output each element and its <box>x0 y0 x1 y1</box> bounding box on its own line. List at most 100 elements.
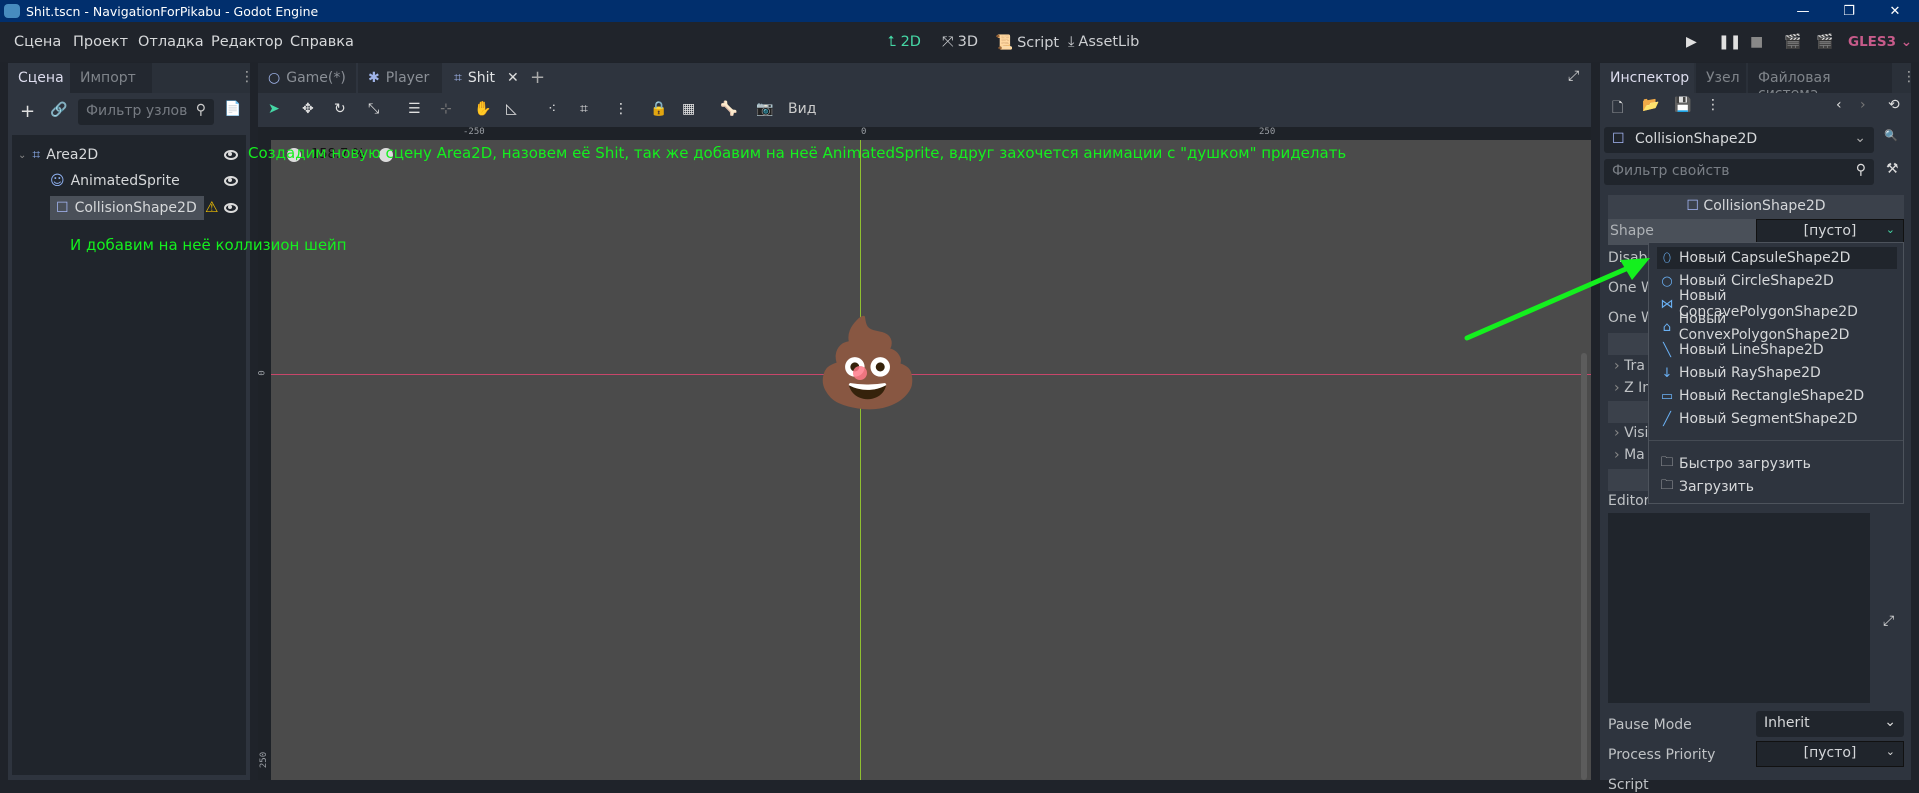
visibility-eye-icon[interactable] <box>224 203 238 213</box>
bone-icon[interactable]: 🦴 <box>720 101 737 117</box>
search-icon: ⚲ <box>1855 162 1866 178</box>
menu-item-quick-load[interactable]: 🗀 Быстро загрузить <box>1657 453 1897 475</box>
tools-icon[interactable]: ⚒ <box>1886 161 1899 177</box>
scene-tab-player[interactable]: ✱ Player <box>358 63 442 93</box>
link-icon[interactable]: 🔗 <box>50 102 67 118</box>
smart-snap-icon[interactable]: ⁖ <box>548 101 556 117</box>
chevron-down-icon: ⌄ <box>1884 714 1896 730</box>
warning-icon[interactable]: ⚠ <box>205 198 218 216</box>
close-window-button[interactable]: ✕ <box>1872 0 1918 22</box>
pause-icon[interactable]: ❚❚ <box>1718 34 1741 50</box>
doc-icon[interactable]: 🔍 <box>1884 129 1898 142</box>
menu-project[interactable]: Проект <box>73 34 128 50</box>
add-node-icon[interactable]: + <box>20 101 35 122</box>
collapse-arrow-icon[interactable]: ⌄ <box>18 150 26 161</box>
rotate-tool-icon[interactable]: ↻ <box>334 101 346 117</box>
tree-node-area2d[interactable]: ⌄ ⌗ Area2D <box>18 144 98 166</box>
player-icon: ✱ <box>368 70 380 86</box>
play-custom-scene-icon[interactable]: 🎬 <box>1816 34 1833 50</box>
dock-menu-icon[interactable]: ⋮ <box>1902 69 1916 85</box>
play-scene-icon[interactable]: 🎬 <box>1784 34 1801 50</box>
menu-item-line[interactable]: ╲ Новый LineShape2D <box>1657 339 1897 361</box>
pan-tool-icon[interactable]: ✋ <box>474 101 491 117</box>
group-visibility[interactable]: › Visi <box>1614 425 1648 441</box>
scene-dock-body: + 🔗 Фильтр узлов ⚲ 📄 ⌄ ⌗ Area2D ☺ Animat… <box>8 93 250 780</box>
history-back-icon[interactable]: ‹ <box>1836 97 1842 113</box>
menu-bar: Сцена Проект Отладка Редактор Справка ⮤ 2… <box>0 22 1919 62</box>
scene-tab-shit[interactable]: ⌗ Shit ✕ <box>444 63 536 93</box>
menu-item-ray[interactable]: ↓ Новый RayShape2D <box>1657 362 1897 384</box>
snap-options-icon[interactable]: ⋮ <box>614 101 628 117</box>
vertical-scrollbar[interactable] <box>1581 353 1587 780</box>
group-transform[interactable]: › Tra <box>1614 358 1645 374</box>
script-property-value[interactable]: [пусто] ⌄ <box>1756 741 1904 767</box>
group-icon[interactable]: ▦ <box>682 101 695 117</box>
tab-import[interactable]: Импорт <box>70 63 152 93</box>
workspace-3d[interactable]: ⤧ 3D <box>942 34 978 50</box>
scene-tab-game[interactable]: ○ Game(*) <box>258 63 356 93</box>
lock-icon[interactable]: 🔒 <box>650 101 667 117</box>
tab-node[interactable]: Узел <box>1696 63 1746 93</box>
property-filter-input[interactable]: Фильтр свойств ⚲ <box>1604 159 1874 185</box>
node-filter-input[interactable]: Фильтр узлов ⚲ <box>78 99 214 125</box>
workspace-script[interactable]: 📜 Script <box>995 34 1059 52</box>
2d-canvas[interactable]: 💩 158.7 % <box>271 140 1591 780</box>
tree-node-collisionshape2d[interactable]: ☐ CollisionShape2D <box>50 196 204 220</box>
pivot-tool-icon[interactable]: ⊹ <box>440 101 452 117</box>
distraction-free-icon[interactable]: ⤢ <box>1568 68 1579 84</box>
tab-scene[interactable]: Сцена <box>8 63 74 93</box>
save-icon[interactable]: 💾 <box>1674 97 1691 113</box>
node-selector[interactable]: ☐ CollisionShape2D ⌄ <box>1604 127 1874 153</box>
circle-icon: ○ <box>1661 273 1673 289</box>
menu-item-load[interactable]: 🗀 Загрузить <box>1657 476 1897 498</box>
play-icon[interactable]: ▶ <box>1686 34 1697 50</box>
tab-filesystem[interactable]: Файловая система <box>1748 63 1892 102</box>
history-forward-icon[interactable]: › <box>1860 97 1866 113</box>
attach-script-icon[interactable]: 📄 <box>224 101 241 117</box>
more-options-icon[interactable]: ⋮ <box>1706 97 1720 113</box>
ruler-tool-icon[interactable]: ◺ <box>506 101 517 117</box>
chevron-down-icon: ⌄ <box>1854 130 1866 146</box>
tree-node-animatedsprite[interactable]: ☺ AnimatedSprite <box>50 170 180 192</box>
visibility-eye-icon[interactable] <box>224 176 238 186</box>
visibility-eye-icon[interactable] <box>224 150 238 160</box>
new-resource-icon[interactable]: 🗋 <box>1612 97 1623 121</box>
close-tab-icon[interactable]: ✕ <box>507 70 519 86</box>
maximize-button[interactable]: ❐ <box>1826 0 1872 22</box>
annotation-line-1: Создадим новую сцену Area2D, назовем её … <box>248 144 1347 162</box>
menu-item-rectangle[interactable]: ▭ Новый RectangleShape2D <box>1657 385 1897 407</box>
menu-scene[interactable]: Сцена <box>14 34 61 50</box>
menu-item-convex-polygon[interactable]: ⌂ Новый ConvexPolygonShape2D <box>1657 311 1897 343</box>
workspace-2d[interactable]: ⮤ 2D <box>888 34 921 50</box>
menu-editor[interactable]: Редактор <box>211 34 283 50</box>
minimize-button[interactable]: — <box>1780 0 1826 22</box>
tab-inspector[interactable]: Инспектор <box>1600 63 1694 93</box>
group-material[interactable]: › Ma <box>1614 447 1645 463</box>
camera-icon[interactable]: 📷 <box>756 101 773 117</box>
renderer-selector[interactable]: GLES3 ⌄ <box>1848 34 1912 50</box>
pause-mode-select[interactable]: Inherit ⌄ <box>1756 711 1904 737</box>
sprite-preview[interactable]: 💩 <box>814 320 921 406</box>
dock-menu-icon[interactable]: ⋮ <box>240 69 254 85</box>
view-menu-button[interactable]: Вид <box>788 101 816 117</box>
pivot-handle-icon[interactable] <box>853 366 867 380</box>
scale-tool-icon[interactable]: ⤡ <box>368 101 379 117</box>
grid-snap-icon[interactable]: ⌗ <box>580 101 588 117</box>
select-tool-icon[interactable]: ➤ <box>268 101 280 117</box>
shape-dropdown-menu: ⬯ Новый CapsuleShape2D ○ Новый CircleShape… <box>1648 242 1904 504</box>
group-z-index[interactable]: › Z In <box>1614 380 1651 396</box>
history-icon[interactable]: ⟲ <box>1888 97 1900 113</box>
menu-item-segment[interactable]: ╱ Новый SegmentShape2D <box>1657 408 1897 430</box>
open-folder-icon[interactable]: 📂 <box>1642 97 1659 113</box>
menu-help[interactable]: Справка <box>290 34 354 50</box>
menu-debug[interactable]: Отладка <box>138 34 204 50</box>
horizontal-ruler[interactable]: -250 0 250 <box>258 127 1591 140</box>
add-scene-tab-icon[interactable]: + <box>530 67 545 88</box>
editor-description-textarea[interactable] <box>1608 513 1870 703</box>
workspace-assetlib[interactable]: ⤓ AssetLib <box>1068 34 1139 50</box>
menu-item-capsule[interactable]: ⬯ Новый CapsuleShape2D <box>1657 247 1897 269</box>
expand-icon[interactable]: ⤢ <box>1883 613 1894 629</box>
stop-icon[interactable]: ■ <box>1750 34 1763 50</box>
move-tool-icon[interactable]: ✥ <box>302 101 314 117</box>
list-select-icon[interactable]: ☰ <box>408 101 421 117</box>
